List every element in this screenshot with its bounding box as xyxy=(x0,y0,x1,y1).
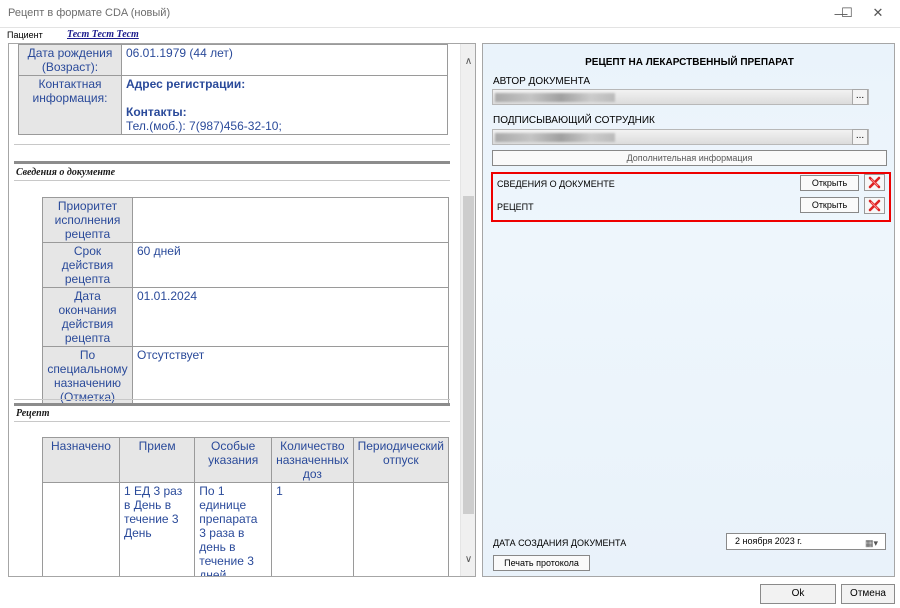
calendar-dropdown-icon[interactable]: ▦▾ xyxy=(865,536,883,548)
birth-date-label: Дата рождения (Возраст): xyxy=(18,44,122,76)
form-title: РЕЦЕПТ НА ЛЕКАРСТВЕННЫЙ ПРЕПАРАТ xyxy=(585,57,794,68)
print-protocol-button[interactable]: Печать протокола xyxy=(493,555,590,571)
recipe-label: РЕЦЕПТ xyxy=(497,202,534,212)
contact-info-cell: Адрес регистрации: Контакты: Тел.(моб.):… xyxy=(121,75,448,135)
recipe-header: Прием xyxy=(118,437,196,483)
document-info-table: Приоритет исполнения рецепта Срок действ… xyxy=(42,197,449,406)
patient-link[interactable]: Тест Тест Тест xyxy=(67,29,139,40)
section-divider xyxy=(14,399,450,400)
contact-info-label: Контактная информация: xyxy=(18,75,122,135)
creation-date-value: 2 ноября 2023 г. xyxy=(735,536,802,546)
end-date-value: 01.01.2024 xyxy=(132,287,449,347)
end-date-label: Дата окончания действия рецепта xyxy=(42,287,133,347)
doc-info-label: СВЕДЕНИЯ О ДОКУМЕНТЕ xyxy=(497,179,615,189)
open-recipe-button[interactable]: Открыть xyxy=(800,197,859,213)
recipe-cell: 1 xyxy=(271,482,354,576)
maximize-button[interactable]: ☐ xyxy=(832,2,862,24)
redacted-name xyxy=(495,133,615,142)
author-label: АВТОР ДОКУМЕНТА xyxy=(493,76,591,87)
patient-label: Пациент xyxy=(7,30,43,40)
additional-info-button[interactable]: Дополнительная информация xyxy=(492,150,887,166)
validity-value: 60 дней xyxy=(132,242,449,288)
table-row: 1 ЕД 3 раз в День в течение 3 День По 1 … xyxy=(42,482,450,576)
address-label: Адрес регистрации: xyxy=(126,77,246,91)
scroll-down-icon[interactable]: ∨ xyxy=(461,552,475,568)
patient-bar: Пациент Тест Тест Тест xyxy=(0,28,900,42)
recipe-cell xyxy=(352,482,450,576)
section-divider xyxy=(14,403,450,406)
ok-button[interactable]: Ok xyxy=(760,584,836,604)
author-field[interactable]: ... xyxy=(492,89,869,105)
priority-label: Приоритет исполнения рецепта xyxy=(42,197,133,243)
recipe-cell: По 1 единице препарата 3 раза в день в т… xyxy=(194,482,273,576)
delete-icon xyxy=(868,199,881,212)
phone-value: Тел.(моб.): 7(987)456-32-10; xyxy=(126,119,282,133)
section-title-document: Сведения о документе xyxy=(16,167,116,178)
scrollbar-thumb[interactable] xyxy=(463,196,474,514)
birth-date-value: 06.01.1979 (44 лет) xyxy=(121,44,448,76)
section-divider xyxy=(14,144,450,145)
patient-info-table: Дата рождения (Возраст): 06.01.1979 (44 … xyxy=(18,44,448,135)
document-preview-panel[interactable]: Дата рождения (Возраст): 06.01.1979 (44 … xyxy=(8,43,476,577)
section-divider xyxy=(14,180,450,181)
priority-value xyxy=(132,197,449,243)
section-title-recipe: Рецепт xyxy=(16,408,50,419)
validity-label: Срок действия рецепта xyxy=(42,242,133,288)
creation-date-picker[interactable]: 2 ноября 2023 г. ▦▾ xyxy=(726,533,886,550)
contacts-label: Контакты: xyxy=(126,105,187,119)
recipe-cell xyxy=(42,482,120,576)
signer-label: ПОДПИСЫВАЮЩИЙ СОТРУДНИК xyxy=(493,115,655,126)
delete-icon xyxy=(868,176,881,189)
signer-browse-button[interactable]: ... xyxy=(852,129,868,145)
recipe-table: Назначено Прием Особые указания Количест… xyxy=(42,437,450,576)
recipe-header: Особые указания xyxy=(194,437,273,483)
signer-field[interactable]: ... xyxy=(492,129,869,145)
recipe-header: Количество назначенных доз xyxy=(271,437,354,483)
recipe-header: Периодический отпуск xyxy=(352,437,450,483)
window-title: Рецепт в формате CDA (новый) xyxy=(8,7,171,19)
cancel-button[interactable]: Отмена xyxy=(841,584,895,604)
scroll-up-icon[interactable]: ∧ xyxy=(461,54,475,70)
document-content: Дата рождения (Возраст): 06.01.1979 (44 … xyxy=(9,44,461,576)
section-divider xyxy=(14,161,450,164)
author-browse-button[interactable]: ... xyxy=(852,89,868,105)
delete-doc-info-button[interactable] xyxy=(864,174,885,191)
section-divider xyxy=(14,421,450,422)
recipe-cell: 1 ЕД 3 раз в День в течение 3 День xyxy=(118,482,196,576)
redacted-name xyxy=(495,93,615,102)
delete-recipe-button[interactable] xyxy=(864,197,885,214)
open-doc-info-button[interactable]: Открыть xyxy=(800,175,859,191)
creation-date-label: ДАТА СОЗДАНИЯ ДОКУМЕНТА xyxy=(493,538,627,548)
close-button[interactable]: ✕ xyxy=(863,2,893,24)
title-bar: Рецепт в формате CDA (новый) — ☐ ✕ xyxy=(0,0,900,27)
special-purpose-label: По специальному назначению (Отметка) xyxy=(42,346,133,406)
vertical-scrollbar[interactable]: ∧ ∨ xyxy=(460,44,475,576)
recipe-form-panel: РЕЦЕПТ НА ЛЕКАРСТВЕННЫЙ ПРЕПАРАТ АВТОР Д… xyxy=(482,43,895,577)
special-purpose-value: Отсутствует xyxy=(132,346,449,406)
recipe-header: Назначено xyxy=(42,437,120,483)
